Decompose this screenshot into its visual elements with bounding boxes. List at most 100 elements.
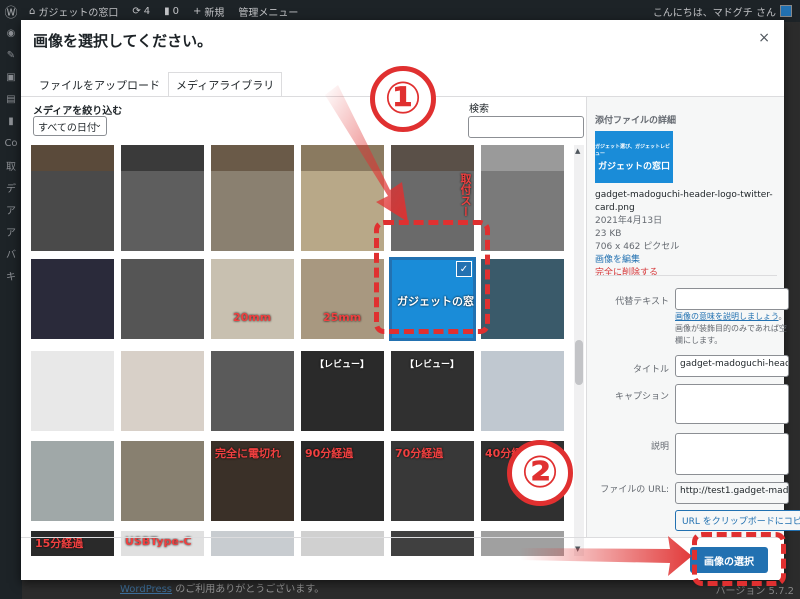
thumbnail-caption: 完全に電切れ: [215, 447, 281, 460]
delete-permanently-link[interactable]: 完全に削除する: [595, 267, 775, 280]
media-thumbnail[interactable]: [301, 531, 384, 556]
details-thumbnail: ガジェット選び、ガジェットレビュー ガジェットの窓口: [595, 131, 673, 183]
admin-menu-item[interactable]: Co: [0, 132, 22, 154]
thumbnail-caption: 【レビュー】: [405, 360, 460, 370]
pages-icon[interactable]: ▤: [0, 88, 22, 110]
admin-menu-item[interactable]: ア: [0, 220, 22, 242]
file-name: gadget-madoguchi-header-logo-twitter-car…: [595, 190, 773, 213]
media-thumbnail[interactable]: [31, 171, 114, 251]
media-thumbnail[interactable]: [121, 351, 204, 431]
media-thumbnail[interactable]: [481, 351, 564, 431]
admin-menu-item[interactable]: デ: [0, 176, 22, 198]
highlight-selected-image: [374, 220, 490, 334]
posts-icon[interactable]: ✎: [0, 44, 22, 66]
plus-icon: +: [193, 5, 202, 17]
media-thumbnail[interactable]: 25mm: [301, 259, 384, 339]
footer-divider: [21, 537, 784, 538]
file-url-label: ファイルの URL:: [600, 485, 669, 495]
scroll-thumb[interactable]: [575, 340, 583, 385]
alt-help-link[interactable]: 画像の意味を説明しましょう: [675, 312, 779, 321]
scroll-up-icon[interactable]: ▲: [575, 147, 580, 155]
thumbnail-caption: 20mm: [233, 311, 272, 324]
media-thumbnail[interactable]: [391, 531, 474, 556]
admin-menu-item[interactable]: 取: [0, 154, 22, 176]
caption-label: キャプション: [614, 392, 669, 402]
media-thumbnail[interactable]: 90分経過: [301, 441, 384, 521]
upload-date: 2021年4月13日: [595, 216, 663, 226]
dashboard-icon[interactable]: ◉: [0, 22, 22, 44]
adminbar-menu[interactable]: 管理メニュー: [231, 0, 305, 22]
caption-textarea[interactable]: [675, 384, 789, 424]
description-label: 説明: [650, 442, 669, 452]
admin-bar: Ⓦ ⌂ ガジェットの窓口 ⟳ 4 ▮ 0 + 新規 管理メニュー こんにちは、マ…: [0, 0, 800, 22]
media-thumbnail[interactable]: [121, 441, 204, 521]
wordpress-icon[interactable]: Ⓦ: [0, 0, 22, 22]
media-thumbnail[interactable]: [481, 531, 564, 556]
refresh-icon: ⟳: [132, 5, 141, 17]
thumb-logo-text: ガジェットの窓口: [597, 161, 670, 172]
media-thumbnail[interactable]: 70分経過: [391, 441, 474, 521]
grid-scrollbar[interactable]: ▲ ▼: [574, 145, 584, 556]
details-title: 添付ファイルの詳細: [595, 116, 677, 126]
media-thumbnail[interactable]: [481, 171, 564, 251]
adminbar-site[interactable]: ⌂ ガジェットの窓口: [22, 0, 125, 22]
thumbnail-caption: 90分経過: [305, 447, 354, 460]
search-label: 検索: [469, 104, 489, 115]
edit-image-link[interactable]: 画像を編集: [595, 254, 775, 267]
highlight-select-button: [692, 532, 786, 586]
comments-menu-icon[interactable]: ▮: [0, 110, 22, 132]
media-thumbnail[interactable]: 15分経過: [31, 531, 114, 556]
chevron-down-icon: ⌄: [94, 120, 102, 130]
details-info: gadget-madoguchi-header-logo-twitter-car…: [595, 189, 775, 280]
media-thumbnail[interactable]: USBType-C: [121, 531, 204, 556]
media-thumbnail[interactable]: 20mm: [211, 259, 294, 339]
file-size: 23 KB: [595, 229, 622, 239]
date-filter-select[interactable]: すべての日付 ⌄: [33, 116, 107, 136]
file-url-input[interactable]: http://test1.gadget-madog: [675, 482, 789, 504]
admin-menu-item[interactable]: ア: [0, 198, 22, 220]
admin-menu-item[interactable]: キ: [0, 264, 22, 286]
comment-icon: ▮: [164, 5, 170, 17]
media-icon[interactable]: ▣: [0, 66, 22, 88]
copy-url-button[interactable]: URL をクリップボードにコピー: [675, 510, 800, 531]
adminbar-account[interactable]: こんにちは、マドグチ さん: [653, 4, 800, 19]
adminbar-updates[interactable]: ⟳ 4: [125, 0, 157, 22]
description-textarea[interactable]: [675, 433, 789, 475]
step-2-marker: ②: [507, 440, 573, 506]
media-thumbnail[interactable]: [31, 351, 114, 431]
media-thumbnail[interactable]: [121, 171, 204, 251]
thumbnail-caption: 25mm: [323, 311, 362, 324]
title-input[interactable]: gadget-madoguchi-header: [675, 355, 789, 377]
thanks-text: WordPress のご利用ありがとうございます。: [120, 580, 324, 595]
media-thumbnail[interactable]: [31, 259, 114, 339]
new-label: 新規: [204, 7, 225, 19]
tab-media-library[interactable]: メディアライブラリ: [168, 72, 283, 96]
close-icon[interactable]: ×: [758, 30, 770, 46]
media-thumbnail[interactable]: 完全に電切れ: [211, 441, 294, 521]
media-thumbnail[interactable]: [211, 531, 294, 556]
scroll-down-icon[interactable]: ▼: [575, 545, 580, 553]
media-thumbnail[interactable]: 【レビュー】: [301, 351, 384, 431]
title-label: タイトル: [632, 365, 669, 375]
adminbar-new[interactable]: + 新規: [186, 0, 231, 22]
media-thumbnail[interactable]: [121, 259, 204, 339]
modal-tabs: ファイルをアップロード メディアライブラリ: [31, 72, 283, 96]
updates-count: 4: [143, 5, 151, 17]
wordpress-link[interactable]: WordPress: [120, 584, 172, 595]
modal-title: 画像を選択してください。: [33, 32, 213, 50]
media-thumbnail[interactable]: [31, 441, 114, 521]
media-thumbnail[interactable]: [301, 171, 384, 251]
tab-upload[interactable]: ファイルをアップロード: [31, 72, 168, 96]
media-thumbnail[interactable]: [211, 351, 294, 431]
search-input[interactable]: [468, 116, 584, 138]
adminbar-comments[interactable]: ▮ 0: [157, 0, 186, 22]
home-icon: ⌂: [29, 5, 36, 17]
alt-text-input[interactable]: [675, 288, 789, 310]
media-thumbnail[interactable]: [211, 171, 294, 251]
site-name: ガジェットの窓口: [38, 7, 119, 19]
media-thumbnail[interactable]: 【レビュー】: [391, 351, 474, 431]
attachment-details: 添付ファイルの詳細 ガジェット選び、ガジェットレビュー ガジェットの窓口 gad…: [586, 97, 800, 537]
media-thumbnail[interactable]: [481, 259, 564, 339]
admin-menu-item[interactable]: バ: [0, 242, 22, 264]
thumbnail-caption: 取付スー: [459, 173, 472, 217]
